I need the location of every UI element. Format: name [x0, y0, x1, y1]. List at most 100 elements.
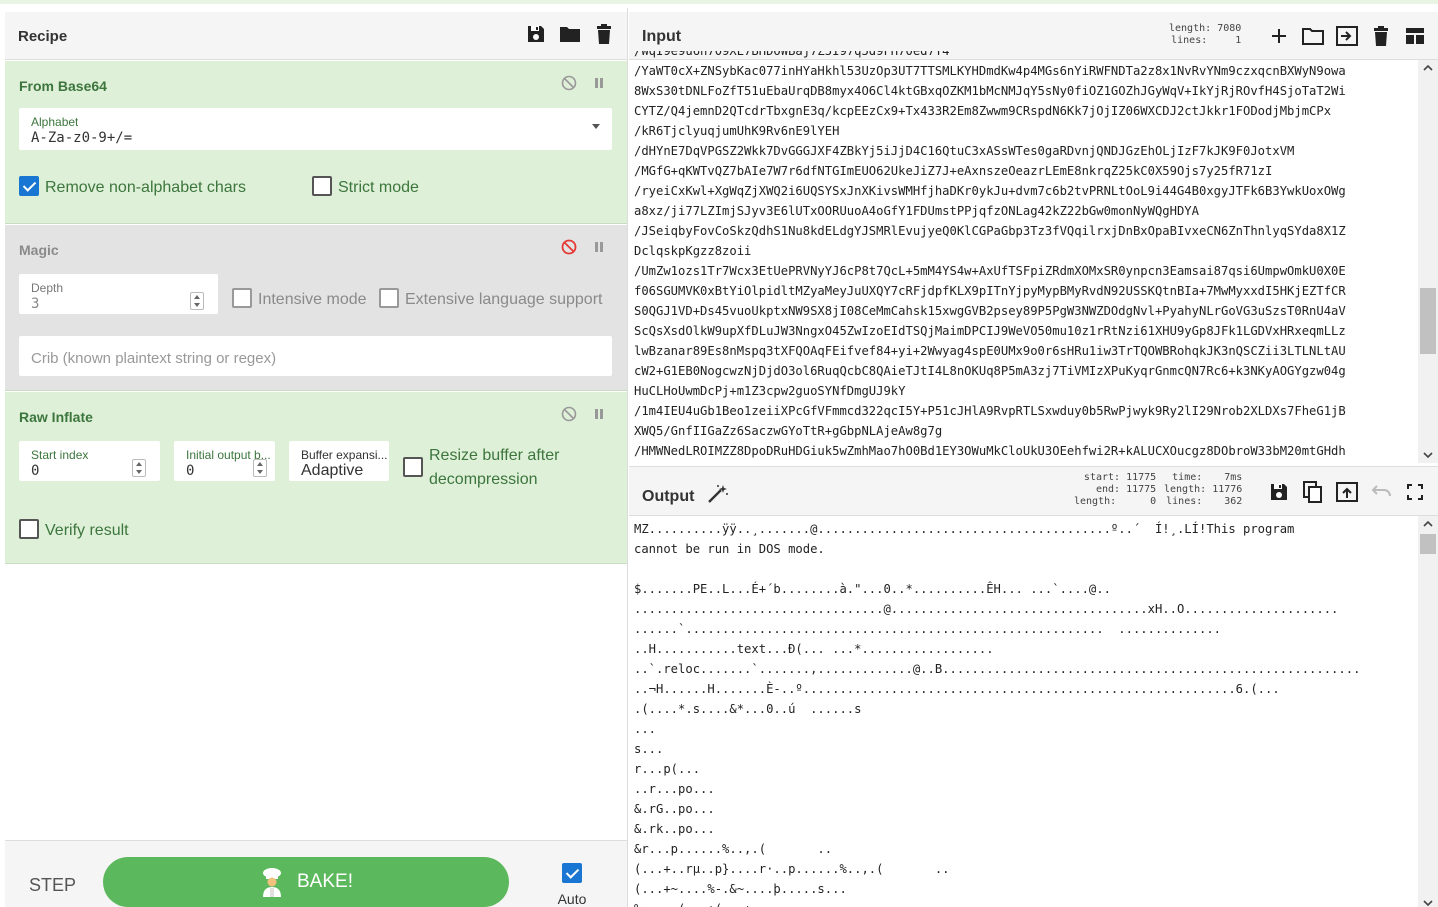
input-line: /YaWT0cX+ZNSybKac077inHYaHkhl53UzOp3UT7T… [634, 64, 1346, 78]
recipe-header: Recipe [5, 12, 627, 60]
clear-recipe-icon[interactable] [593, 23, 615, 45]
number-spinner-icon[interactable] [190, 292, 204, 310]
input-line: ScQsXsdOlkW9upXfDLuJW3NngxO45ZwIzoEIdTSQ… [634, 324, 1346, 338]
io-panel: Input length: 7080 lines: 1 /WqI9e9u6h70… [629, 8, 1438, 907]
input-scrollbar[interactable] [1418, 60, 1438, 463]
raw-inflate-title: Raw Inflate [19, 409, 93, 425]
reset-layout-icon[interactable] [1404, 25, 1426, 47]
output-line: ..`.reloc.......`.......,.............@.… [634, 662, 1361, 676]
output-header: Output start: 11775 end: 11775 length: 0… [629, 466, 1438, 516]
disable-operation-icon[interactable] [561, 75, 577, 91]
input-line: /HMWNedLROIMZZ8DpoDRuHDGiuk5wZmhMao7hO0B… [634, 444, 1346, 458]
scroll-up-icon[interactable] [1423, 519, 1433, 529]
output-line: (...+..rµ..p}....r·..p......%..,.( .. [634, 862, 950, 876]
add-input-tab-icon[interactable] [1268, 25, 1290, 47]
open-file-icon[interactable] [1336, 25, 1358, 47]
auto-bake-checkbox[interactable]: Auto Bake [540, 863, 604, 907]
recipe-title: Recipe [18, 28, 68, 45]
resize-buffer-label-wrap: Resize buffer after decompression [429, 444, 559, 492]
breakpoint-pause-icon[interactable] [591, 75, 607, 91]
input-line: CYTZ/Q4jemnD2QTcdrTbxgnE3q/kcpEEzCx9+Tx4… [634, 104, 1332, 118]
strict-mode-label: Strict mode [338, 179, 419, 196]
input-length-value: 7080 [1217, 23, 1242, 34]
checkbox-checked-icon [562, 863, 582, 883]
scroll-up-icon[interactable] [1423, 63, 1433, 73]
save-recipe-icon[interactable] [525, 23, 547, 45]
magic-wand-icon[interactable] [707, 484, 729, 504]
input-line: /WqI9e9u6h709XE7BHDOWBaj7Z5I97q5d9FH70ed… [634, 51, 950, 58]
output-scroll-thumb[interactable] [1420, 534, 1436, 554]
breakpoint-pause-icon[interactable] [591, 239, 607, 255]
alphabet-dropdown[interactable]: Alphabet A-Za-z0-9+/= [19, 108, 612, 150]
intensive-mode-checkbox[interactable]: Intensive mode [232, 288, 367, 312]
output-sel-length-value: 0 [1150, 496, 1157, 507]
output-line: $.......PE..L...É+´b........à."...0..*..… [634, 582, 1111, 596]
input-title: Input [642, 28, 682, 45]
clear-input-icon[interactable] [1370, 25, 1392, 47]
output-stats: time: 7ms length: 11776 lines: 362 [1164, 472, 1242, 508]
output-length-label: length: [1164, 484, 1207, 495]
output-line: ..................................@.....… [634, 602, 1339, 616]
bake-label: BAKE! [297, 871, 353, 892]
crib-placeholder: Crib (known plaintext string or regex) [31, 350, 277, 367]
buffer-expansion-value: Adaptive [301, 462, 364, 479]
input-line: lwBzanar89Es8nMspq3tXFQOAqFEifvef84+yi+2… [634, 344, 1346, 358]
initial-output-buffer-input[interactable]: Initial output b... 0 [174, 441, 275, 481]
intensive-mode-label: Intensive mode [258, 291, 367, 308]
resize-buffer-label-line2: decompression [429, 471, 538, 488]
input-line: /MGfG+qKWTvQZ7bAIe7W7r6dfNTGImEUO62UkeJi… [634, 164, 1273, 178]
buffer-expansion-label: Buffer expansi... [301, 448, 387, 462]
depth-value: 3 [31, 296, 40, 312]
output-line: &.rG..po... [634, 802, 715, 816]
checkbox-unchecked-icon [232, 288, 252, 308]
open-folder-icon[interactable] [1302, 25, 1324, 47]
number-spinner-icon[interactable] [132, 459, 146, 477]
load-recipe-icon[interactable] [559, 23, 581, 45]
extensive-language-label: Extensive language support [405, 291, 603, 308]
input-textarea[interactable]: /WqI9e9u6h709XE7BHDOWBaj7Z5I97q5d9FH70ed… [629, 51, 1416, 463]
verify-result-checkbox[interactable]: Verify result [19, 519, 129, 543]
resize-buffer-label-line1: Resize buffer after [429, 447, 560, 464]
start-index-label: Start index [31, 448, 89, 462]
bake-button[interactable]: BAKE! [103, 857, 509, 907]
output-line: cannot be run in DOS mode. [634, 542, 825, 556]
scroll-down-icon[interactable] [1423, 450, 1433, 460]
depth-label: Depth [31, 281, 64, 295]
disable-operation-icon[interactable] [561, 406, 577, 422]
undo-icon[interactable] [1370, 481, 1392, 503]
output-sel-length-label: length: [1074, 496, 1117, 507]
output-time-label: time: [1172, 472, 1203, 483]
remove-non-alphabet-checkbox[interactable]: Remove non-alphabet chars [19, 176, 246, 200]
chef-icon [263, 868, 281, 897]
resize-buffer-checkbox[interactable]: Resize buffer after decompression [403, 444, 559, 492]
input-line: /UmZw1ozs1Tr7Wcx3EtUePRVNyYJ6cP8t7QcL+5m… [634, 264, 1346, 278]
output-scrollbar[interactable] [1418, 516, 1438, 907]
input-scroll-thumb[interactable] [1420, 288, 1436, 354]
output-textarea[interactable]: MZ..........ÿÿ..¸.......@...............… [629, 515, 1416, 907]
output-line: &.rk..po... [634, 822, 715, 836]
save-output-icon[interactable] [1268, 481, 1290, 503]
input-line: f06SGUMVK0xBtYiOlpidltMZyaMeyJuUXQY7cRFj… [634, 284, 1346, 298]
disable-operation-icon[interactable] [561, 239, 577, 255]
operation-from-base64: From Base64 Alphabet A-Za-z0-9+/= Remove… [5, 61, 627, 224]
remove-non-alphabet-label: Remove non-alphabet chars [45, 179, 247, 196]
number-spinner-icon[interactable] [253, 459, 267, 477]
step-button[interactable]: STEP [29, 875, 76, 896]
auto-bake-label: Auto Bake [557, 891, 587, 907]
buffer-expansion-dropdown[interactable]: Buffer expansi... Adaptive [289, 441, 389, 481]
extensive-language-checkbox[interactable]: Extensive language support [379, 288, 602, 312]
start-index-input[interactable]: Start index 0 [19, 441, 160, 481]
depth-input[interactable]: Depth 3 [19, 274, 218, 314]
input-line: /ryeiCxKwl+XgWqZjXWQ2i6UQSYSxJnXKivsWMHf… [634, 184, 1346, 198]
copy-output-icon[interactable] [1302, 481, 1324, 503]
output-lines-label: lines: [1166, 496, 1203, 507]
breakpoint-pause-icon[interactable] [591, 406, 607, 422]
crib-input[interactable]: Crib (known plaintext string or regex) [19, 336, 612, 376]
replace-input-icon[interactable] [1336, 481, 1358, 503]
maximise-icon[interactable] [1404, 481, 1426, 503]
output-line: ......`.................................… [634, 622, 1221, 636]
strict-mode-checkbox[interactable]: Strict mode [312, 176, 419, 200]
scroll-down-icon[interactable] [1423, 898, 1433, 907]
output-lines-value: 362 [1224, 496, 1243, 507]
